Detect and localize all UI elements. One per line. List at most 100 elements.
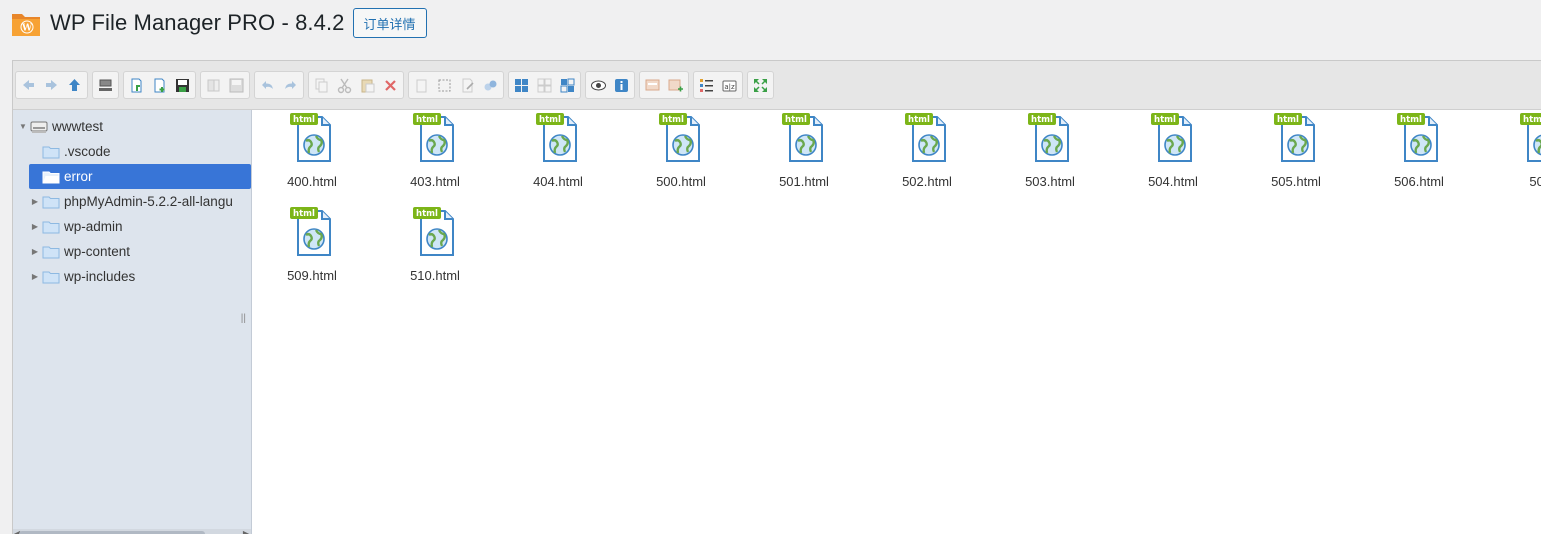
drive-icon bbox=[29, 119, 49, 135]
html-file-icon: html bbox=[1027, 112, 1073, 164]
html-file-icon: html bbox=[412, 206, 458, 258]
file-item[interactable]: html 501.html bbox=[754, 112, 854, 202]
open-button[interactable] bbox=[202, 73, 225, 97]
file-item[interactable]: html 504.html bbox=[1123, 112, 1223, 202]
duplicate-button[interactable] bbox=[410, 73, 433, 97]
tree-item-phpmyadmin-5-2-2-all-langu[interactable]: ▶ phpMyAdmin-5.2.2-all-langu bbox=[13, 189, 251, 214]
file-item[interactable]: html 505.html bbox=[1246, 112, 1346, 202]
forward-icon bbox=[46, 79, 57, 90]
netmount-button[interactable] bbox=[94, 73, 117, 97]
svg-text:html: html bbox=[1523, 115, 1541, 125]
scroll-right-icon[interactable]: ▶ bbox=[243, 529, 249, 534]
archive-button[interactable] bbox=[479, 73, 502, 97]
fullscreen-icon bbox=[754, 78, 767, 92]
file-name: 501.html bbox=[779, 174, 829, 189]
help-icon: a|z bbox=[722, 80, 737, 91]
tree-item-label: wp-content bbox=[64, 244, 131, 259]
html-file-icon: html bbox=[289, 206, 335, 258]
file-name: 504.html bbox=[1148, 174, 1198, 189]
html-file-icon: html bbox=[1519, 112, 1541, 164]
collapsed-arrow-icon[interactable]: ▶ bbox=[29, 221, 41, 233]
tree-item-wp-includes[interactable]: ▶ wp-includes bbox=[13, 264, 251, 289]
html-file-icon: html bbox=[658, 112, 704, 164]
cut-button[interactable] bbox=[333, 73, 356, 97]
save-button[interactable] bbox=[171, 73, 194, 97]
back-button[interactable] bbox=[17, 73, 40, 97]
folder-icon bbox=[41, 194, 61, 210]
info-button[interactable] bbox=[610, 73, 633, 97]
edit-button[interactable] bbox=[664, 73, 687, 97]
new-file-button[interactable] bbox=[148, 73, 171, 97]
preview-button[interactable] bbox=[587, 73, 610, 97]
file-item[interactable]: html 510.html bbox=[385, 206, 485, 296]
view-icons-button[interactable] bbox=[510, 73, 533, 97]
select-all-button[interactable] bbox=[533, 73, 556, 97]
file-manager: a|z ▼ wwwtest .vscode error ▶ phpMyAdmin-5.… bbox=[12, 60, 1541, 534]
collapsed-arrow-icon[interactable]: ▶ bbox=[29, 246, 41, 258]
tree-item-wp-content[interactable]: ▶ wp-content bbox=[13, 239, 251, 264]
select-icon bbox=[438, 79, 451, 91]
svg-text:html: html bbox=[1277, 115, 1299, 125]
file-item[interactable]: html 502.html bbox=[877, 112, 977, 202]
view-list-icon bbox=[560, 78, 575, 92]
extract-icon bbox=[645, 79, 660, 90]
file-grid: html 400.html html 403.html html 404.html html… bbox=[252, 110, 1541, 534]
sort-icon bbox=[700, 78, 713, 92]
order-details-button[interactable]: 订单详情 bbox=[352, 8, 427, 38]
extract-button[interactable] bbox=[641, 73, 664, 97]
fullscreen-button[interactable] bbox=[749, 73, 772, 97]
expanded-arrow-icon[interactable]: ▼ bbox=[17, 121, 29, 133]
file-item[interactable]: html 500.html bbox=[631, 112, 731, 202]
tree-item-label: wp-admin bbox=[64, 219, 123, 234]
svg-text:html: html bbox=[539, 115, 561, 125]
svg-text:html: html bbox=[662, 115, 684, 125]
paste-button[interactable] bbox=[356, 73, 379, 97]
forward-button[interactable] bbox=[40, 73, 63, 97]
tree-root-wwwtest[interactable]: ▼ wwwtest bbox=[13, 114, 251, 139]
back-icon bbox=[23, 79, 34, 90]
svg-text:html: html bbox=[785, 115, 807, 125]
duplicate-icon bbox=[416, 79, 427, 92]
up-button[interactable] bbox=[63, 73, 86, 97]
upload-button[interactable] bbox=[125, 73, 148, 97]
svg-text:html: html bbox=[908, 115, 930, 125]
sort-button[interactable] bbox=[695, 73, 718, 97]
download-button[interactable] bbox=[225, 73, 248, 97]
folder-icon bbox=[41, 219, 61, 235]
file-name: 509.html bbox=[287, 268, 337, 283]
folder-open-icon bbox=[41, 169, 61, 185]
file-item[interactable]: html 400.html bbox=[262, 112, 362, 202]
file-name: 510.html bbox=[410, 268, 460, 283]
file-item[interactable]: html 507. bbox=[1492, 112, 1541, 202]
file-name: 502.html bbox=[902, 174, 952, 189]
rename-button[interactable] bbox=[456, 73, 479, 97]
file-item[interactable]: html 506.html bbox=[1369, 112, 1469, 202]
tree-item-wp-admin[interactable]: ▶ wp-admin bbox=[13, 214, 251, 239]
toolbar-group bbox=[747, 71, 774, 99]
help-button[interactable]: a|z bbox=[718, 73, 741, 97]
file-item[interactable]: html 503.html bbox=[1000, 112, 1100, 202]
file-item[interactable]: html 403.html bbox=[385, 112, 485, 202]
select-button[interactable] bbox=[433, 73, 456, 97]
resize-handle[interactable]: || bbox=[241, 313, 246, 324]
toolbar-group bbox=[639, 71, 689, 99]
toolbar-group bbox=[92, 71, 119, 99]
file-item[interactable]: html 509.html bbox=[262, 206, 362, 296]
html-file-icon: html bbox=[1150, 112, 1196, 164]
tree-scrollbar[interactable]: ◀ ▶ bbox=[13, 529, 251, 534]
select-all-icon bbox=[537, 78, 552, 92]
delete-button[interactable] bbox=[379, 73, 402, 97]
copy-button[interactable] bbox=[310, 73, 333, 97]
file-item[interactable]: html 404.html bbox=[508, 112, 608, 202]
collapsed-arrow-icon[interactable]: ▶ bbox=[29, 271, 41, 283]
redo-button[interactable] bbox=[279, 73, 302, 97]
tree-item-vscode[interactable]: .vscode bbox=[13, 139, 251, 164]
tree-item-error[interactable]: error bbox=[29, 164, 251, 189]
undo-button[interactable] bbox=[256, 73, 279, 97]
toolbar-group bbox=[585, 71, 635, 99]
netmount-icon bbox=[99, 79, 112, 91]
collapsed-arrow-icon[interactable]: ▶ bbox=[29, 196, 41, 208]
toolbar-group bbox=[254, 71, 304, 99]
view-list-button[interactable] bbox=[556, 73, 579, 97]
